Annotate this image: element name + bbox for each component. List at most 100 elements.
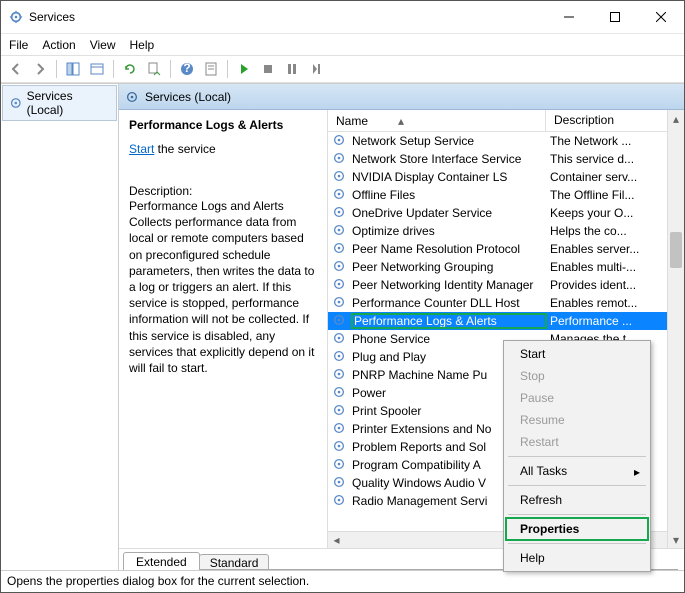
service-row[interactable]: NVIDIA Display Container LSContainer ser… <box>328 168 667 186</box>
service-desc: Enables server... <box>546 242 667 256</box>
maximize-button[interactable] <box>592 1 638 33</box>
gear-icon <box>332 277 348 294</box>
toolbar-separator <box>113 60 114 78</box>
service-desc: The Network ... <box>546 134 667 148</box>
ctx-separator <box>508 456 646 457</box>
restart-service-button[interactable] <box>305 58 327 80</box>
service-row[interactable]: Performance Counter DLL HostEnables remo… <box>328 294 667 312</box>
gear-icon <box>332 205 348 222</box>
service-desc: Container serv... <box>546 170 667 184</box>
ctx-stop: Stop <box>506 365 648 387</box>
toolbar-separator <box>56 60 57 78</box>
help-button[interactable]: ? <box>176 58 198 80</box>
ctx-separator <box>508 514 646 515</box>
menubar: File Action View Help <box>1 33 684 55</box>
service-row[interactable]: Network Store Interface ServiceThis serv… <box>328 150 667 168</box>
gear-icon <box>332 295 348 312</box>
minimize-button[interactable] <box>546 1 592 33</box>
menu-file[interactable]: File <box>9 38 28 52</box>
forward-button[interactable] <box>29 58 51 80</box>
close-button[interactable] <box>638 1 684 33</box>
gear-icon <box>332 313 348 330</box>
service-row[interactable]: Offline FilesThe Offline Fil... <box>328 186 667 204</box>
list-header: Name ▴ Description <box>328 110 667 132</box>
window-title: Services <box>29 10 546 24</box>
show-hide-tree-button[interactable] <box>62 58 84 80</box>
gear-icon <box>332 331 348 348</box>
service-row[interactable]: Peer Name Resolution ProtocolEnables ser… <box>328 240 667 258</box>
stop-service-button[interactable] <box>257 58 279 80</box>
service-row[interactable]: Network Setup ServiceThe Network ... <box>328 132 667 150</box>
service-row[interactable]: OneDrive Updater ServiceKeeps your O... <box>328 204 667 222</box>
statusbar: Opens the properties dialog box for the … <box>1 570 684 592</box>
service-desc: Performance ... <box>546 314 667 328</box>
gear-icon <box>332 349 348 366</box>
service-name: NVIDIA Display Container LS <box>352 170 546 184</box>
menu-help[interactable]: Help <box>130 38 155 52</box>
tab-extended[interactable]: Extended <box>123 552 200 570</box>
start-link[interactable]: Start <box>129 142 154 156</box>
service-name: Optimize drives <box>352 224 546 238</box>
refresh-button[interactable] <box>119 58 141 80</box>
ctx-restart: Restart <box>506 431 648 453</box>
ctx-separator <box>508 543 646 544</box>
scroll-up-icon[interactable]: ▴ <box>668 110 684 127</box>
toolbar-separator <box>170 60 171 78</box>
gear-icon <box>332 385 348 402</box>
toolbar: ? <box>1 55 684 83</box>
gear-icon <box>332 151 348 168</box>
content-header: Services (Local) <box>119 84 684 110</box>
ctx-all-tasks[interactable]: All Tasks ▸ <box>506 460 648 482</box>
service-desc: This service d... <box>546 152 667 166</box>
gear-icon <box>9 96 23 110</box>
menu-view[interactable]: View <box>90 38 116 52</box>
gear-icon <box>332 421 348 438</box>
back-button[interactable] <box>5 58 27 80</box>
service-name: Performance Logs & Alerts <box>352 314 546 328</box>
selected-service-title: Performance Logs & Alerts <box>129 118 317 132</box>
scroll-thumb[interactable] <box>670 232 682 268</box>
column-name-label: Name <box>336 114 368 128</box>
ctx-help[interactable]: Help <box>506 547 648 569</box>
service-desc: Keeps your O... <box>546 206 667 220</box>
start-service-button[interactable] <box>233 58 255 80</box>
service-row[interactable]: Optimize drivesHelps the co... <box>328 222 667 240</box>
service-name: Peer Name Resolution Protocol <box>352 242 546 256</box>
export-button[interactable] <box>86 58 108 80</box>
tree-root-services-local[interactable]: Services (Local) <box>2 85 117 121</box>
vertical-scrollbar[interactable]: ▴ ▾ <box>667 110 684 548</box>
description-text: Performance Logs and Alerts Collects per… <box>129 198 317 376</box>
column-header-name[interactable]: Name ▴ <box>328 110 546 131</box>
gear-icon <box>125 90 139 104</box>
service-row[interactable]: Performance Logs & AlertsPerformance ... <box>328 312 667 330</box>
service-name: Network Store Interface Service <box>352 152 546 166</box>
gear-icon <box>332 457 348 474</box>
service-row[interactable]: Peer Networking GroupingEnables multi-..… <box>328 258 667 276</box>
scroll-left-icon[interactable]: ◂ <box>328 533 345 547</box>
service-desc: Enables multi-... <box>546 260 667 274</box>
service-name: Performance Counter DLL Host <box>352 296 546 310</box>
gear-icon <box>332 223 348 240</box>
detail-panel: Performance Logs & Alerts Start the serv… <box>119 110 327 548</box>
service-row[interactable]: Peer Networking Identity ManagerProvides… <box>328 276 667 294</box>
service-name: Peer Networking Grouping <box>352 260 546 274</box>
service-name: Network Setup Service <box>352 134 546 148</box>
service-name: Offline Files <box>352 188 546 202</box>
ctx-all-tasks-label: All Tasks <box>520 464 567 478</box>
ctx-resume: Resume <box>506 409 648 431</box>
content-header-title: Services (Local) <box>145 90 231 104</box>
ctx-refresh[interactable]: Refresh <box>506 489 648 511</box>
export-list-button[interactable] <box>143 58 165 80</box>
service-name: OneDrive Updater Service <box>352 206 546 220</box>
column-header-description[interactable]: Description <box>546 110 667 131</box>
ctx-start[interactable]: Start <box>506 343 648 365</box>
scroll-down-icon[interactable]: ▾ <box>668 531 684 548</box>
properties-button[interactable] <box>200 58 222 80</box>
tab-standard[interactable]: Standard <box>199 554 270 570</box>
submenu-arrow-icon: ▸ <box>634 465 640 479</box>
menu-action[interactable]: Action <box>42 38 75 52</box>
toolbar-separator <box>227 60 228 78</box>
pause-service-button[interactable] <box>281 58 303 80</box>
ctx-properties[interactable]: Properties <box>506 518 648 540</box>
gear-icon <box>332 187 348 204</box>
